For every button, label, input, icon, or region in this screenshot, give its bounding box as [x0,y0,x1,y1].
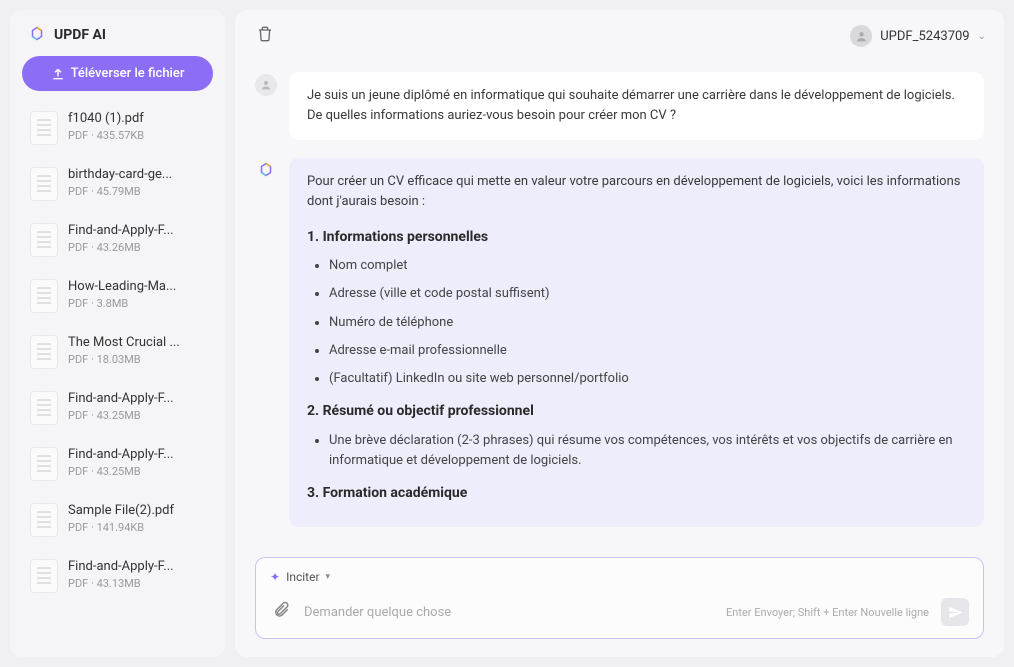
ai-list-item: Adresse e-mail professionnelle [329,341,966,361]
input-row: Enter Envoyer; Shift + Enter Nouvelle li… [270,598,969,626]
file-name: f1040 (1).pdf [68,111,205,126]
file-name: Find-and-Apply-F... [68,447,205,462]
file-meta: PDF · 43.25MB [68,409,205,422]
ai-intro: Pour créer un CV efficace qui mette en v… [307,172,966,212]
user-avatar-icon [850,25,872,47]
input-hint: Enter Envoyer; Shift + Enter Nouvelle li… [726,606,929,619]
input-area: ✦ Inciter ▾ Enter Envoyer; Shift + Enter… [235,543,1004,657]
main-panel: UPDF_5243709 ⌄ Je suis un jeune diplômé … [235,10,1004,657]
file-info: Find-and-Apply-F... PDF · 43.25MB [68,447,205,481]
file-icon [30,111,58,145]
file-name: Find-and-Apply-F... [68,223,205,238]
file-icon [30,503,58,537]
file-info: f1040 (1).pdf PDF · 435.57KB [68,111,205,145]
paperclip-icon [272,601,290,619]
app-logo-icon [28,26,46,44]
file-icon [30,167,58,201]
file-info: The Most Crucial ... PDF · 18.03MB [68,335,205,369]
attach-button[interactable] [270,599,292,625]
delete-button[interactable] [253,22,277,50]
message-input[interactable] [304,605,714,620]
ai-heading-3: 3. Formation académique [307,483,966,505]
file-icon [30,223,58,257]
file-meta: PDF · 3.8MB [68,297,205,310]
file-list[interactable]: f1040 (1).pdf PDF · 435.57KB birthday-ca… [22,103,213,645]
file-name: Find-and-Apply-F... [68,559,205,574]
file-meta: PDF · 45.79MB [68,185,205,198]
file-item[interactable]: The Most Crucial ... PDF · 18.03MB [22,327,213,377]
file-item[interactable]: How-Leading-Ma... PDF · 3.8MB [22,271,213,321]
file-info: Find-and-Apply-F... PDF · 43.25MB [68,391,205,425]
ai-heading-1: 1. Informations personnelles [307,227,966,249]
file-info: birthday-card-ge... PDF · 45.79MB [68,167,205,201]
ai-avatar-icon [255,160,277,182]
send-icon [948,605,963,620]
username: UPDF_5243709 [880,29,969,44]
upload-file-button[interactable]: Téléverser le fichier [22,56,213,91]
file-meta: PDF · 435.57KB [68,129,205,142]
ai-message-bubble: Pour créer un CV efficace qui mette en v… [289,158,984,526]
file-icon [30,391,58,425]
file-meta: PDF · 141.94KB [68,521,205,534]
upload-label: Téléverser le fichier [71,66,185,81]
user-menu[interactable]: UPDF_5243709 ⌄ [850,25,986,47]
sidebar-header: UPDF AI [22,22,213,56]
trash-icon [257,26,273,42]
upload-icon [51,67,65,81]
file-meta: PDF · 43.26MB [68,241,205,254]
file-icon [30,559,58,593]
user-message-row: Je suis un jeune diplômé en informatique… [255,72,984,140]
ai-list-item: (Facultatif) LinkedIn ou site web person… [329,369,966,389]
topbar: UPDF_5243709 ⌄ [235,10,1004,62]
ai-list-item: Adresse (ville et code postal suffisent) [329,284,966,304]
file-meta: PDF · 18.03MB [68,353,205,366]
caret-down-icon: ▾ [326,572,331,582]
file-name: Sample File(2).pdf [68,503,205,518]
ai-list-item: Numéro de téléphone [329,313,966,333]
file-meta: PDF · 43.13MB [68,577,205,590]
file-item[interactable]: f1040 (1).pdf PDF · 435.57KB [22,103,213,153]
app-title: UPDF AI [54,27,106,43]
file-name: The Most Crucial ... [68,335,205,350]
file-name: Find-and-Apply-F... [68,391,205,406]
input-box: ✦ Inciter ▾ Enter Envoyer; Shift + Enter… [255,557,984,639]
file-item[interactable]: Find-and-Apply-F... PDF · 43.13MB [22,551,213,601]
file-icon [30,335,58,369]
ai-list-1: Nom complet Adresse (ville et code postal… [307,256,966,389]
file-name: How-Leading-Ma... [68,279,205,294]
ai-list-item: Une brève déclaration (2-3 phrases) qui … [329,431,966,471]
ai-heading-2: 2. Résumé ou objectif professionnel [307,401,966,423]
prompt-selector[interactable]: ✦ Inciter ▾ [270,570,969,584]
file-item[interactable]: Find-and-Apply-F... PDF · 43.26MB [22,215,213,265]
file-meta: PDF · 43.25MB [68,465,205,478]
prompt-label: Inciter [286,570,319,584]
chat-area[interactable]: Je suis un jeune diplômé en informatique… [235,62,1004,543]
ai-list-2: Une brève déclaration (2-3 phrases) qui … [307,431,966,471]
file-info: Sample File(2).pdf PDF · 141.94KB [68,503,205,537]
file-item[interactable]: Sample File(2).pdf PDF · 141.94KB [22,495,213,545]
file-info: How-Leading-Ma... PDF · 3.8MB [68,279,205,313]
file-icon [30,447,58,481]
send-button[interactable] [941,598,969,626]
chevron-down-icon: ⌄ [978,31,986,42]
file-item[interactable]: Find-and-Apply-F... PDF · 43.25MB [22,439,213,489]
file-info: Find-and-Apply-F... PDF · 43.13MB [68,559,205,593]
sidebar: UPDF AI Téléverser le fichier f1040 (1).… [10,10,225,657]
file-info: Find-and-Apply-F... PDF · 43.26MB [68,223,205,257]
user-message-bubble: Je suis un jeune diplômé en informatique… [289,72,984,140]
file-item[interactable]: birthday-card-ge... PDF · 45.79MB [22,159,213,209]
file-icon [30,279,58,313]
file-item[interactable]: Find-and-Apply-F... PDF · 43.25MB [22,383,213,433]
file-name: birthday-card-ge... [68,167,205,182]
user-avatar-icon [255,74,277,96]
ai-message-row: Pour créer un CV efficace qui mette en v… [255,158,984,526]
ai-list-item: Nom complet [329,256,966,276]
sparkle-icon: ✦ [270,570,280,584]
